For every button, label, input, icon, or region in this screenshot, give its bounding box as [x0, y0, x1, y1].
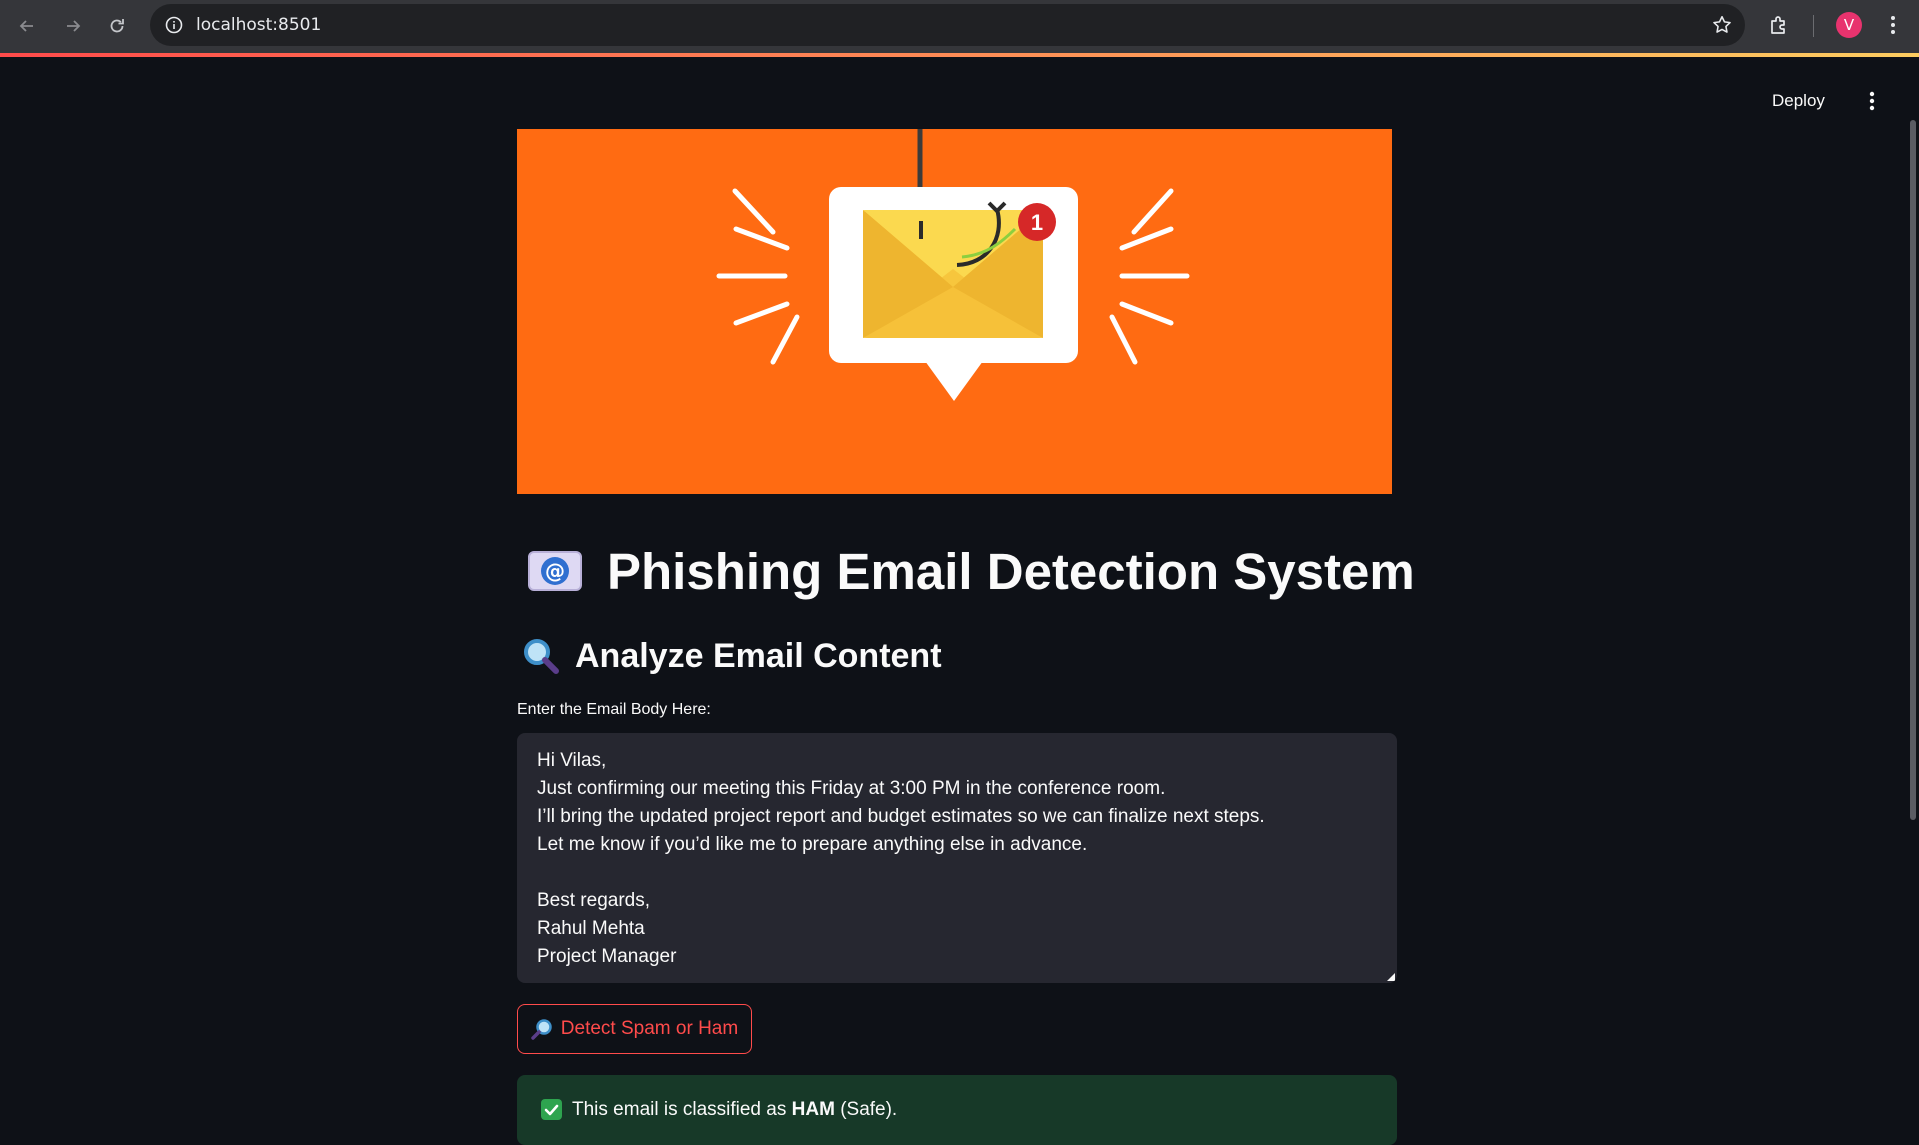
- email-at-icon: @: [528, 551, 582, 591]
- back-button[interactable]: [10, 9, 44, 43]
- detect-spam-or-ham-button[interactable]: Detect Spam or Ham: [517, 1004, 752, 1054]
- reload-button[interactable]: [100, 9, 134, 43]
- magnifying-glass-right-icon: [531, 1019, 552, 1040]
- result-verdict: HAM: [791, 1099, 835, 1120]
- result-prefix: This email is classified as: [572, 1099, 787, 1120]
- detect-button-label: Detect Spam or Ham: [560, 1018, 739, 1039]
- email-body-label: Enter the Email Body Here:: [517, 701, 711, 718]
- page-top-decoration-bar: [0, 53, 1919, 57]
- page-title-text: Phishing Email Detection System: [607, 542, 1415, 600]
- bookmark-star-icon[interactable]: [1711, 14, 1733, 36]
- site-info-icon[interactable]: [164, 15, 184, 35]
- toolbar-divider: [1813, 15, 1814, 37]
- deploy-button[interactable]: Deploy: [1772, 86, 1825, 116]
- address-bar[interactable]: localhost:8501: [150, 4, 1745, 46]
- app-menu-icon[interactable]: [1860, 88, 1884, 114]
- url-text[interactable]: localhost:8501: [196, 4, 321, 46]
- browser-menu-icon[interactable]: [1880, 12, 1906, 38]
- arrow-left-icon: [19, 20, 33, 32]
- profile-avatar[interactable]: V: [1836, 12, 1862, 38]
- email-body-container: Hi Vilas, Just confirming our meeting th…: [517, 733, 1397, 983]
- phishing-email-illustration: 1: [517, 129, 1392, 494]
- email-body-textarea[interactable]: Hi Vilas, Just confirming our meeting th…: [517, 733, 1397, 983]
- magnifying-glass-icon: [524, 639, 559, 674]
- svg-text:@: @: [545, 559, 565, 583]
- result-suffix: (Safe).: [840, 1099, 898, 1120]
- reload-icon: [110, 19, 124, 33]
- forward-button[interactable]: [56, 9, 90, 43]
- notification-badge-count: 1: [1031, 210, 1043, 235]
- section-heading: Analyze Email Content: [517, 632, 942, 680]
- classification-result-text: This email is classified as HAM (Safe).: [572, 1075, 897, 1145]
- browser-toolbar: localhost:8501 V: [0, 0, 1919, 53]
- arrow-right-icon: [67, 20, 81, 32]
- section-heading-text: Analyze Email Content: [575, 636, 942, 675]
- page-scrollbar[interactable]: [1910, 120, 1916, 820]
- extensions-puzzle-icon[interactable]: [1767, 13, 1791, 37]
- phishing-banner-image: 1: [517, 129, 1392, 494]
- classification-result-alert: This email is classified as HAM (Safe).: [517, 1075, 1397, 1145]
- page-title: @ Phishing Email Detection System: [517, 536, 1415, 606]
- resize-handle-icon[interactable]: [1387, 973, 1395, 981]
- check-mark-icon: [541, 1099, 562, 1120]
